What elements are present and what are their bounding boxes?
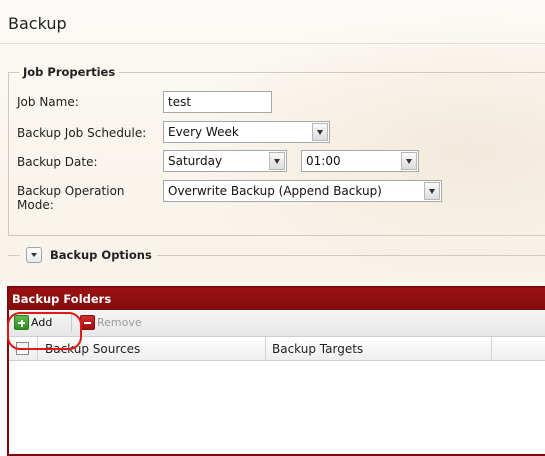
column-separator [265,337,266,360]
add-button-label: Add [31,316,53,329]
backup-day-select[interactable]: Saturday [163,150,287,172]
backup-folders-panel: Backup Folders Add Remove Backup Sources… [7,286,545,456]
column-header-backup-sources[interactable]: Backup Sources [45,342,140,356]
backup-time-value: 01:00 [306,154,341,168]
backup-folders-toolbar: Add Remove [9,310,545,337]
job-properties-legend: Job Properties [23,65,116,79]
column-header-backup-targets[interactable]: Backup Targets [272,342,363,356]
backup-job-schedule-select[interactable]: Every Week [163,121,330,143]
backup-options-divider-left [8,255,20,256]
add-button[interactable]: Add [14,315,70,331]
backup-time-select[interactable]: 01:00 [301,150,419,172]
plus-icon [14,315,29,330]
chevron-down-icon[interactable] [424,182,440,200]
backup-options-divider-right [157,255,545,256]
backup-options-label[interactable]: Backup Options [50,248,152,262]
chevron-down-icon[interactable] [26,247,42,263]
backup-operation-mode-select[interactable]: Overwrite Backup (Append Backup) [163,180,442,202]
backup-folders-title: Backup Folders [12,292,112,306]
job-name-label: Job Name: [17,95,79,109]
backup-job-schedule-label: Backup Job Schedule: [17,126,147,140]
chevron-down-icon[interactable] [312,123,328,141]
backup-folders-grid-header: Backup Sources Backup Targets [9,337,545,361]
remove-button-label: Remove [97,316,142,329]
backup-day-value: Saturday [168,154,223,168]
page-title: Backup [8,14,67,33]
minus-icon [80,315,95,330]
backup-job-schedule-value: Every Week [168,125,239,139]
select-all-checkbox[interactable] [16,342,29,355]
chevron-down-icon[interactable] [269,152,285,170]
column-separator [491,337,492,360]
toolbar-separator [71,314,72,332]
backup-operation-mode-value: Overwrite Backup (Append Backup) [168,184,382,198]
backup-operation-mode-label: Backup Operation Mode: [17,184,125,212]
column-separator [37,337,38,360]
backup-folders-header: Backup Folders [9,288,545,310]
chevron-down-icon[interactable] [401,152,417,170]
remove-button[interactable]: Remove [80,315,160,331]
backup-date-label: Backup Date: [17,155,98,169]
title-divider [0,43,545,44]
job-name-field[interactable]: test [163,91,272,113]
